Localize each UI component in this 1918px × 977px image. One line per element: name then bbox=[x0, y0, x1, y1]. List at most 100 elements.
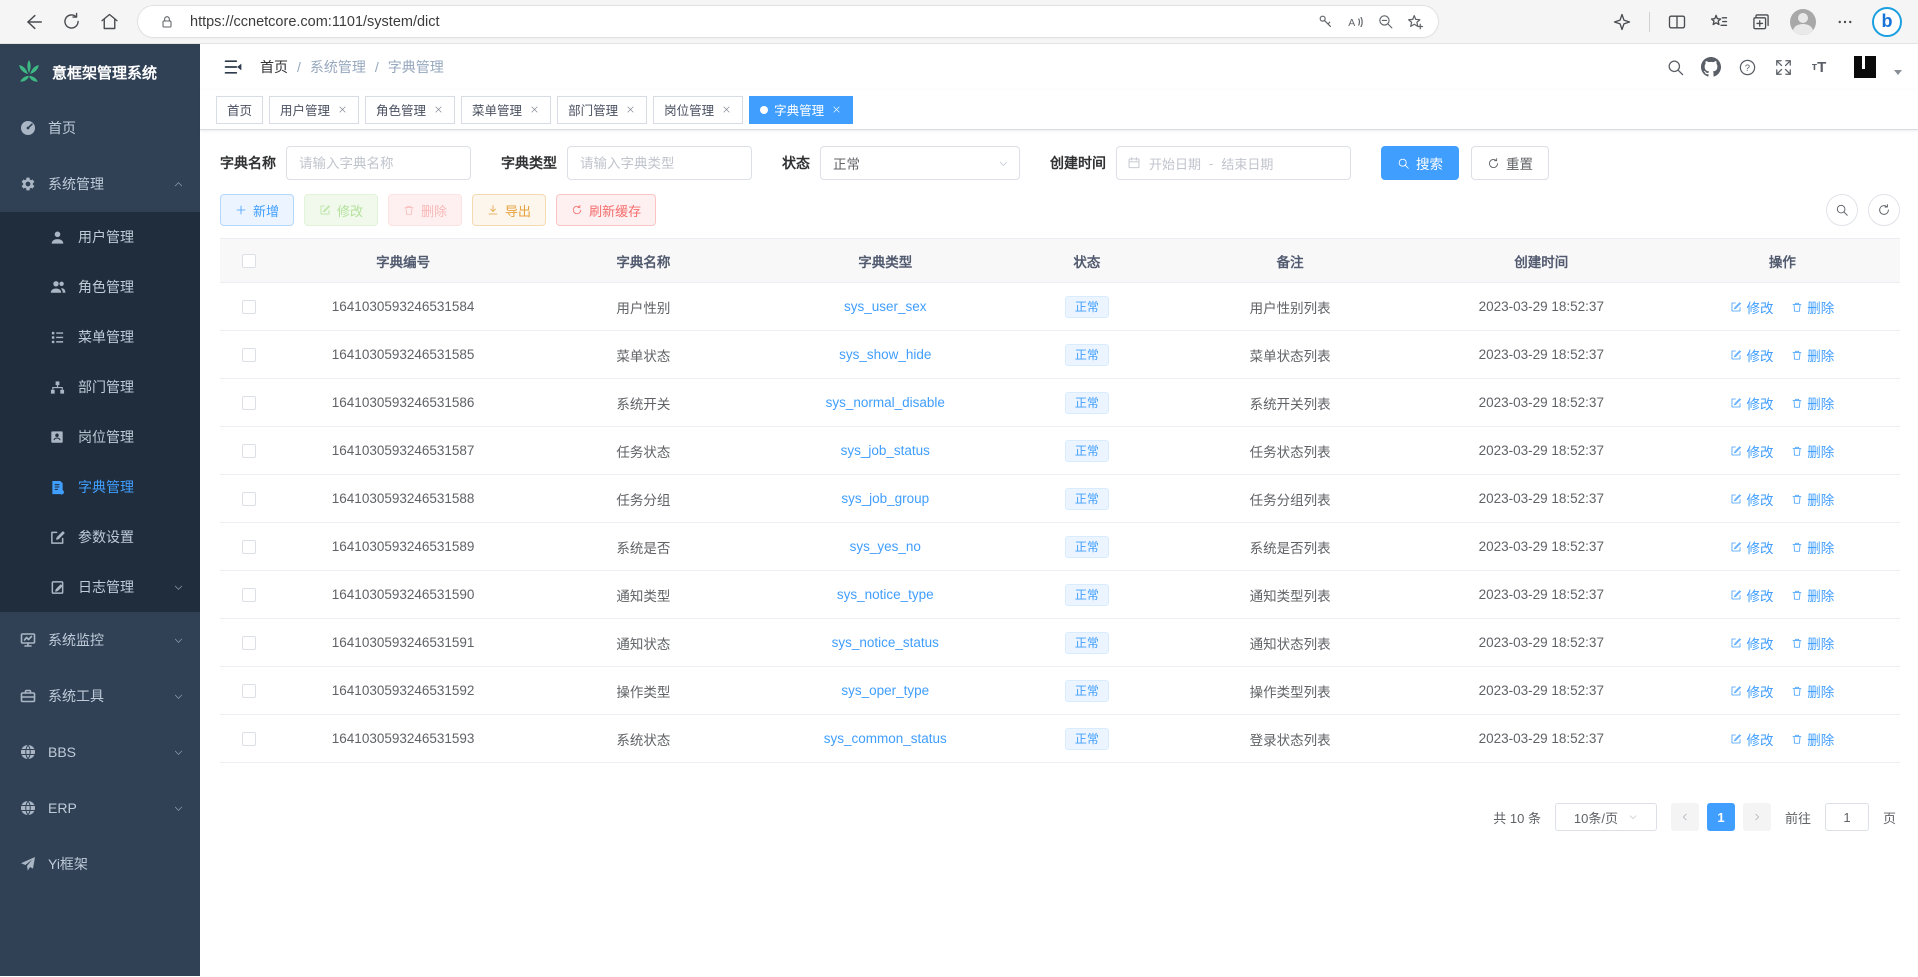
tab-role-mgmt[interactable]: 角色管理 bbox=[365, 96, 455, 124]
row-checkbox[interactable] bbox=[242, 396, 256, 410]
bing-copilot-icon[interactable]: b bbox=[1872, 7, 1902, 37]
row-edit-button[interactable]: 修改 bbox=[1730, 585, 1773, 605]
sidebar-item-erp[interactable]: ERP bbox=[0, 780, 200, 836]
read-aloud-icon[interactable]: A bbox=[1340, 9, 1370, 35]
sidebar-item-system-mgmt[interactable]: 系统管理 bbox=[0, 156, 200, 212]
row-edit-button[interactable]: 修改 bbox=[1730, 441, 1773, 461]
browser-essentials-icon[interactable] bbox=[1607, 6, 1637, 38]
row-delete-button[interactable]: 删除 bbox=[1791, 297, 1834, 317]
row-checkbox[interactable] bbox=[242, 444, 256, 458]
dict-type-link[interactable]: sys_show_hide bbox=[839, 347, 931, 362]
tab-menu-mgmt[interactable]: 菜单管理 bbox=[461, 96, 551, 124]
prev-page-button[interactable] bbox=[1671, 803, 1699, 831]
close-icon[interactable] bbox=[720, 104, 732, 116]
browser-refresh-button[interactable] bbox=[52, 6, 90, 38]
row-edit-button[interactable]: 修改 bbox=[1730, 345, 1773, 365]
page-size-select[interactable]: 10条/页 bbox=[1555, 803, 1657, 831]
row-checkbox[interactable] bbox=[242, 492, 256, 506]
dict-type-input[interactable] bbox=[567, 146, 752, 180]
font-size-icon[interactable]: тT bbox=[1808, 56, 1830, 78]
url-text[interactable]: https://ccnetcore.com:1101/system/dict bbox=[182, 14, 1310, 30]
row-delete-button[interactable]: 删除 bbox=[1791, 393, 1834, 413]
row-checkbox[interactable] bbox=[242, 348, 256, 362]
row-delete-button[interactable]: 删除 bbox=[1791, 537, 1834, 557]
row-edit-button[interactable]: 修改 bbox=[1730, 681, 1773, 701]
help-icon[interactable]: ? bbox=[1736, 56, 1758, 78]
row-checkbox[interactable] bbox=[242, 636, 256, 650]
close-icon[interactable] bbox=[624, 104, 636, 116]
browser-back-button[interactable] bbox=[14, 6, 52, 38]
sidebar-item-yi-framework[interactable]: Yi框架 bbox=[0, 836, 200, 892]
select-all-checkbox[interactable] bbox=[242, 254, 256, 268]
row-checkbox[interactable] bbox=[242, 300, 256, 314]
row-delete-button[interactable]: 删除 bbox=[1791, 585, 1834, 605]
row-checkbox[interactable] bbox=[242, 540, 256, 554]
sidebar-fold-icon[interactable] bbox=[216, 50, 250, 84]
search-icon[interactable] bbox=[1664, 56, 1686, 78]
split-screen-icon[interactable] bbox=[1662, 6, 1692, 38]
tab-home[interactable]: 首页 bbox=[216, 96, 263, 124]
sidebar-item-param-settings[interactable]: 参数设置 bbox=[0, 512, 200, 562]
breadcrumb-home[interactable]: 首页 bbox=[260, 57, 288, 77]
dict-type-link[interactable]: sys_yes_no bbox=[850, 539, 921, 554]
tab-post-mgmt[interactable]: 岗位管理 bbox=[653, 96, 743, 124]
favorites-icon[interactable] bbox=[1704, 6, 1734, 38]
next-page-button[interactable] bbox=[1743, 803, 1771, 831]
dict-type-link[interactable]: sys_job_group bbox=[841, 491, 929, 506]
row-delete-button[interactable]: 删除 bbox=[1791, 345, 1834, 365]
collections-icon[interactable] bbox=[1746, 6, 1776, 38]
refresh-table-icon[interactable] bbox=[1868, 194, 1900, 226]
profile-avatar[interactable] bbox=[1788, 6, 1818, 38]
dict-type-link[interactable]: sys_job_status bbox=[841, 443, 930, 458]
row-delete-button[interactable]: 删除 bbox=[1791, 441, 1834, 461]
delete-button[interactable]: 删除 bbox=[388, 194, 462, 226]
row-edit-button[interactable]: 修改 bbox=[1730, 729, 1773, 749]
row-delete-button[interactable]: 删除 bbox=[1791, 729, 1834, 749]
dict-type-link[interactable]: sys_notice_status bbox=[832, 635, 939, 650]
export-button[interactable]: 导出 bbox=[472, 194, 546, 226]
app-logo[interactable]: 意框架管理系统 bbox=[0, 44, 200, 100]
add-button[interactable]: 新增 bbox=[220, 194, 294, 226]
sidebar-item-bbs[interactable]: BBS bbox=[0, 724, 200, 780]
dict-type-link[interactable]: sys_user_sex bbox=[844, 299, 927, 314]
sidebar-item-dept-mgmt[interactable]: 部门管理 bbox=[0, 362, 200, 412]
password-key-icon[interactable] bbox=[1310, 9, 1340, 35]
toggle-search-icon[interactable] bbox=[1826, 194, 1858, 226]
status-select[interactable]: 正常 bbox=[820, 146, 1020, 180]
row-edit-button[interactable]: 修改 bbox=[1730, 537, 1773, 557]
browser-menu-icon[interactable] bbox=[1830, 6, 1860, 38]
close-icon[interactable] bbox=[830, 104, 842, 116]
page-number-1[interactable]: 1 bbox=[1707, 803, 1735, 831]
dict-name-input[interactable] bbox=[286, 146, 471, 180]
row-delete-button[interactable]: 删除 bbox=[1791, 633, 1834, 653]
close-icon[interactable] bbox=[432, 104, 444, 116]
address-bar[interactable]: https://ccnetcore.com:1101/system/dict A bbox=[138, 6, 1438, 37]
sidebar-item-dict-mgmt[interactable]: 字典管理 bbox=[0, 462, 200, 512]
reset-button[interactable]: 重置 bbox=[1471, 146, 1549, 180]
sidebar-item-role-mgmt[interactable]: 角色管理 bbox=[0, 262, 200, 312]
goto-page-input[interactable] bbox=[1825, 803, 1869, 831]
browser-home-button[interactable] bbox=[90, 6, 128, 38]
row-checkbox[interactable] bbox=[242, 588, 256, 602]
sidebar-item-home[interactable]: 首页 bbox=[0, 100, 200, 156]
row-edit-button[interactable]: 修改 bbox=[1730, 297, 1773, 317]
date-range-picker[interactable]: 开始日期 - 结束日期 bbox=[1116, 146, 1351, 180]
sidebar-item-system-monitor[interactable]: 系统监控 bbox=[0, 612, 200, 668]
search-button[interactable]: 搜索 bbox=[1381, 146, 1459, 180]
row-edit-button[interactable]: 修改 bbox=[1730, 633, 1773, 653]
row-checkbox[interactable] bbox=[242, 732, 256, 746]
tab-dict-mgmt[interactable]: 字典管理 bbox=[749, 96, 853, 124]
sidebar-item-system-tools[interactable]: 系统工具 bbox=[0, 668, 200, 724]
caret-down-icon[interactable] bbox=[1894, 70, 1902, 75]
sidebar-item-user-mgmt[interactable]: 用户管理 bbox=[0, 212, 200, 262]
tab-user-mgmt[interactable]: 用户管理 bbox=[269, 96, 359, 124]
add-favorite-icon[interactable] bbox=[1400, 9, 1430, 35]
sidebar-item-menu-mgmt[interactable]: 菜单管理 bbox=[0, 312, 200, 362]
dict-type-link[interactable]: sys_notice_type bbox=[837, 587, 934, 602]
close-icon[interactable] bbox=[528, 104, 540, 116]
row-checkbox[interactable] bbox=[242, 684, 256, 698]
fullscreen-icon[interactable] bbox=[1772, 56, 1794, 78]
tab-dept-mgmt[interactable]: 部门管理 bbox=[557, 96, 647, 124]
sidebar-item-post-mgmt[interactable]: 岗位管理 bbox=[0, 412, 200, 462]
dict-type-link[interactable]: sys_oper_type bbox=[841, 683, 929, 698]
